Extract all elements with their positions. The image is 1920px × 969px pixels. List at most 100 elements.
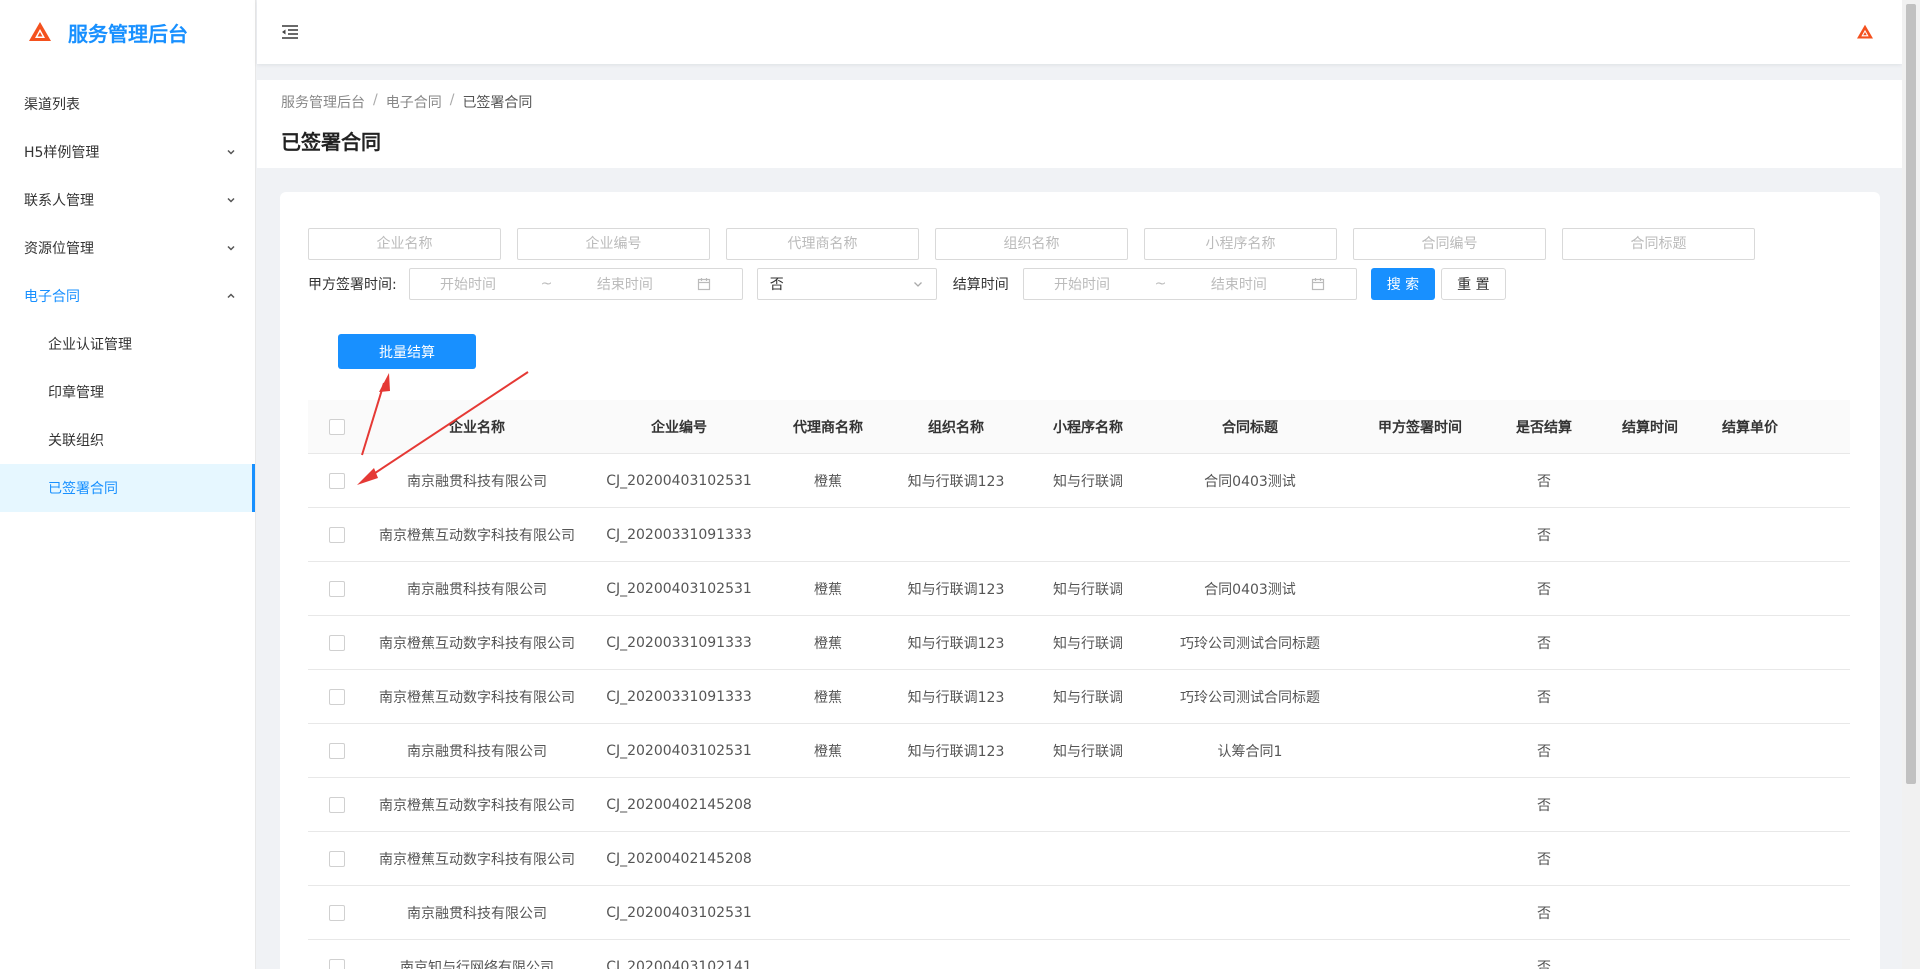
- column-header: 小程序名称: [1053, 419, 1123, 436]
- table-cell: 南京融贯科技有限公司: [407, 743, 547, 760]
- table-cell: CJ_20200331091333: [606, 634, 752, 651]
- breadcrumb-item-e-contract[interactable]: 电子合同: [386, 92, 442, 112]
- settle-time-range-picker[interactable]: 开始时间 ~ 结束时间: [1022, 268, 1357, 300]
- reset-button[interactable]: 重 置: [1441, 268, 1506, 300]
- sidebar-item-label: 资源位管理: [24, 241, 94, 257]
- column-header: 合同标题: [1222, 419, 1278, 436]
- org-name-input[interactable]: 组织名称: [935, 228, 1128, 260]
- row-select-cell: [308, 742, 366, 759]
- table-cell: CJ_20200403102141: [606, 958, 752, 969]
- table-row: 南京橙蕉互动数字科技有限公司 CJ_20200331091333 否: [308, 508, 1850, 562]
- contract-code-input[interactable]: 合同编号: [1353, 228, 1546, 260]
- sign-time-range-picker[interactable]: 开始时间 ~ 结束时间: [408, 268, 743, 300]
- row-select-cell: [308, 958, 366, 969]
- row-checkbox[interactable]: [329, 742, 345, 759]
- contract-title-input[interactable]: 合同标题: [1562, 228, 1755, 260]
- table-row: 南京橙蕉互动数字科技有限公司 CJ_20200402145208 否: [308, 832, 1850, 886]
- sidebar-item-resource-slots[interactable]: 资源位管理: [0, 224, 255, 272]
- sidebar-item-channel-list[interactable]: 渠道列表: [0, 80, 255, 128]
- row-checkbox[interactable]: [329, 958, 345, 969]
- search-button[interactable]: 搜 索: [1370, 268, 1436, 300]
- sidebar-item-label: H5样例管理: [24, 145, 100, 161]
- row-checkbox[interactable]: [329, 688, 345, 705]
- table-cell: 南京融贯科技有限公司: [407, 905, 547, 922]
- scrollbar-thumb[interactable]: [1906, 4, 1916, 784]
- row-checkbox[interactable]: [329, 904, 345, 921]
- range-separator: ~: [540, 276, 553, 292]
- row-checkbox[interactable]: [329, 580, 345, 597]
- contracts-table: 企业名称 企业编号 代理商名称 组织名称 小程序名称 合同标题 甲方签署时间 是…: [308, 400, 1850, 969]
- table-body: 南京融贯科技有限公司 CJ_20200403102531 橙蕉 知与行联调123 知与行…: [308, 454, 1850, 969]
- table-cell: CJ_20200403102531: [606, 742, 752, 759]
- settled-select[interactable]: 否: [756, 268, 937, 300]
- table-cell: 巧玲公司测试合同标题: [1180, 689, 1320, 706]
- sidebar-item-enterprise-auth[interactable]: 企业认证管理: [0, 320, 255, 368]
- chevron-down-icon: [227, 245, 235, 251]
- breadcrumb-separator: /: [373, 92, 378, 108]
- column-header: 结算时间: [1622, 419, 1678, 436]
- table-cell: 知与行联调: [1053, 581, 1123, 598]
- row-checkbox[interactable]: [329, 796, 345, 813]
- row-checkbox[interactable]: [329, 472, 345, 489]
- table-cell: 橙蕉: [814, 743, 842, 760]
- row-select-cell: [308, 796, 366, 813]
- table-cell: CJ_20200331091333: [606, 688, 752, 705]
- user-logo-icon[interactable]: [1856, 24, 1874, 40]
- table-cell: 南京融贯科技有限公司: [407, 473, 547, 490]
- agent-name-input[interactable]: 代理商名称: [726, 228, 919, 260]
- page-title: 已签署合同: [281, 130, 381, 154]
- breadcrumb-separator: /: [449, 92, 455, 108]
- row-checkbox[interactable]: [329, 634, 345, 651]
- batch-settle-button[interactable]: 批量结算: [338, 334, 476, 369]
- table-cell: 南京橙蕉互动数字科技有限公司: [379, 851, 575, 868]
- table-cell: CJ_20200403102531: [606, 904, 752, 921]
- company-code-input[interactable]: 企业编号: [517, 228, 710, 260]
- range-separator: ~: [1154, 276, 1167, 292]
- sidebar-item-seal-management[interactable]: 印章管理: [0, 368, 255, 416]
- breadcrumb-item-current: 已签署合同: [462, 95, 533, 111]
- app-title: 服务管理后台: [68, 21, 188, 46]
- sidebar-item-signed-contracts[interactable]: 已签署合同: [0, 464, 255, 512]
- row-select-cell: [308, 688, 366, 705]
- chevron-down-icon: [913, 282, 922, 287]
- miniprogram-name-input[interactable]: 小程序名称: [1144, 228, 1337, 260]
- sidebar-item-label: 印章管理: [48, 385, 104, 401]
- sidebar-item-contacts[interactable]: 联系人管理: [0, 176, 255, 224]
- sidebar-item-label: 关联组织: [48, 433, 104, 449]
- sidebar-item-linked-orgs[interactable]: 关联组织: [0, 416, 255, 464]
- sidebar-item-h5-samples[interactable]: H5样例管理: [0, 128, 255, 176]
- app-logo[interactable]: 服务管理后台: [0, 0, 255, 64]
- row-select-cell: [308, 850, 366, 867]
- table-cell: CJ_20200331091333: [606, 526, 752, 543]
- calendar-icon: [1312, 278, 1325, 291]
- table-cell: 合同0403测试: [1204, 473, 1296, 490]
- table-cell: 否: [1537, 581, 1551, 598]
- table-header: 企业名称 企业编号 代理商名称 组织名称 小程序名称 合同标题 甲方签署时间 是…: [308, 400, 1850, 454]
- sidebar-item-e-contract[interactable]: 电子合同: [0, 272, 255, 320]
- column-header: 是否结算: [1516, 419, 1572, 436]
- company-name-input[interactable]: 企业名称: [308, 228, 501, 260]
- table-cell: 南京橙蕉互动数字科技有限公司: [379, 689, 575, 706]
- table-cell: CJ_20200402145208: [606, 796, 752, 813]
- start-time-placeholder: 开始时间: [440, 277, 496, 293]
- table-cell: 南京橙蕉互动数字科技有限公司: [379, 797, 575, 814]
- menu-fold-icon[interactable]: [279, 21, 301, 43]
- select-all-checkbox[interactable]: [329, 418, 345, 435]
- table-row: 南京知与行网络有限公司 CJ_20200403102141 否: [308, 940, 1850, 969]
- table-row: 南京融贯科技有限公司 CJ_20200403102531 否: [308, 886, 1850, 940]
- breadcrumb: 服务管理后台 / 电子合同 / 已签署合同: [281, 92, 1878, 112]
- table-cell: 南京橙蕉互动数字科技有限公司: [379, 635, 575, 652]
- table-row: 南京橙蕉互动数字科技有限公司 CJ_20200331091333 橙蕉 知与行联调12…: [308, 670, 1850, 724]
- sidebar-item-label: 电子合同: [24, 289, 80, 305]
- row-checkbox[interactable]: [329, 850, 345, 867]
- chevron-down-icon: [227, 149, 235, 155]
- table-cell: 知与行联调: [1053, 473, 1123, 490]
- table-cell: 橙蕉: [814, 635, 842, 652]
- table-cell: 否: [1537, 743, 1551, 760]
- page-scrollbar[interactable]: [1902, 0, 1920, 969]
- column-header: 企业名称: [449, 419, 505, 436]
- breadcrumb-item-home[interactable]: 服务管理后台: [281, 92, 365, 112]
- row-checkbox[interactable]: [329, 526, 345, 543]
- table-cell: 橙蕉: [814, 473, 842, 490]
- logo-icon: [29, 22, 51, 41]
